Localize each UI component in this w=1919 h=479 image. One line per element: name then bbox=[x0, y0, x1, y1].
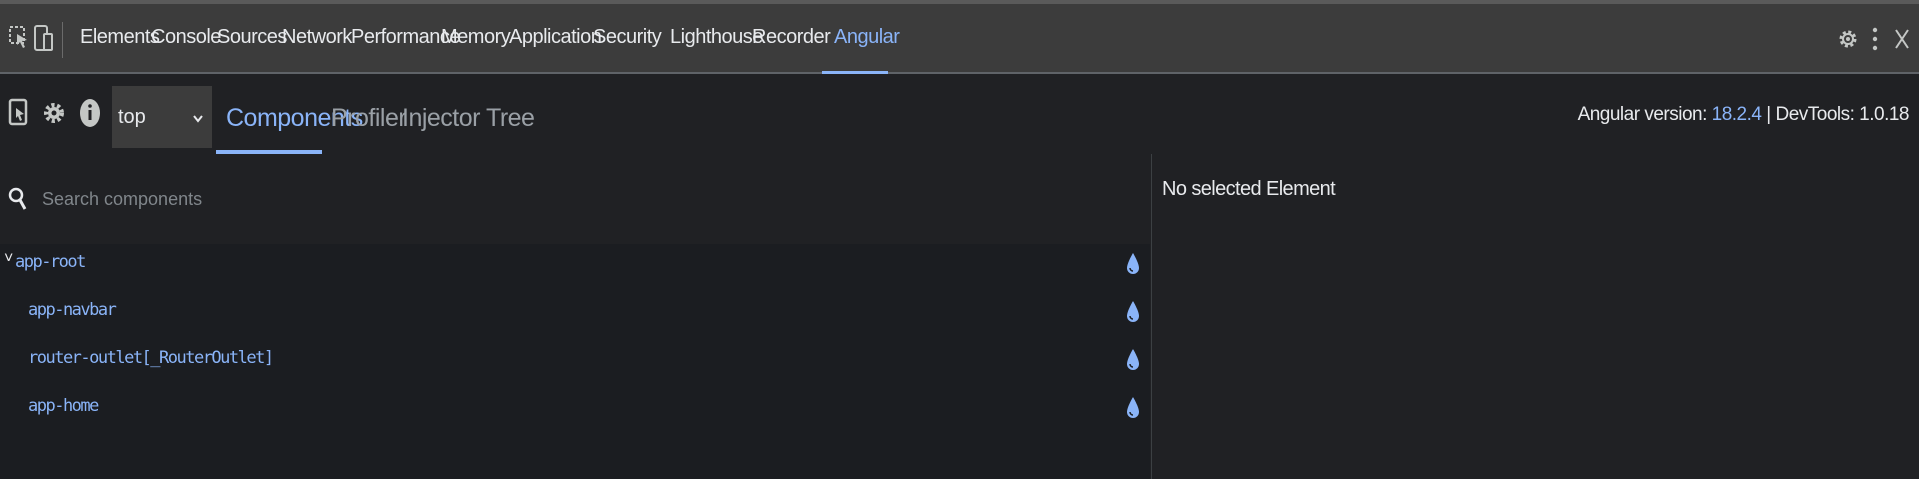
tab-angular[interactable]: Angular bbox=[834, 26, 900, 49]
tree-node-label: app-navbar bbox=[28, 300, 117, 320]
expand-caret-icon[interactable]: ˅ bbox=[4, 250, 13, 268]
tab-network[interactable]: Network bbox=[282, 26, 352, 49]
inspect-component-icon[interactable] bbox=[8, 96, 30, 135]
tab-security[interactable]: Security bbox=[593, 26, 662, 49]
tab-recorder[interactable]: Recorder bbox=[752, 26, 831, 49]
tab-elements[interactable]: Elements bbox=[80, 26, 160, 49]
angular-version-link[interactable]: 18.2.4 bbox=[1712, 104, 1762, 125]
tab-profiler[interactable]: Profiler bbox=[331, 104, 407, 133]
frame-select[interactable]: top bbox=[112, 86, 212, 148]
tree-node-app-home[interactable]: app-home bbox=[0, 388, 1150, 432]
angular-toolbar: top Components Profiler Injector Tree An… bbox=[0, 74, 1919, 154]
tree-node-app-root[interactable]: ˅ app-root bbox=[0, 244, 1150, 288]
dev-mode-drop-icon bbox=[1126, 250, 1140, 283]
tab-console[interactable]: Console bbox=[151, 26, 221, 49]
frame-select-value: top bbox=[118, 106, 146, 128]
tab-lighthouse[interactable]: Lighthouse bbox=[670, 26, 763, 49]
close-icon[interactable] bbox=[1893, 24, 1911, 59]
tab-injector-tree[interactable]: Injector Tree bbox=[402, 104, 535, 133]
tree-node-label: app-root bbox=[15, 252, 86, 272]
tab-application[interactable]: Application bbox=[509, 26, 602, 49]
tree-node-label: app-home bbox=[28, 396, 99, 416]
component-tree-pane: ˅ app-root app-navbar router-outlet[_Rou… bbox=[0, 154, 1150, 479]
settings-gear-icon[interactable] bbox=[42, 96, 66, 135]
device-toolbar-icon[interactable] bbox=[32, 24, 58, 56]
devtools-tab-bar: Elements Console Sources Network Perform… bbox=[0, 0, 1919, 76]
component-tree: ˅ app-root app-navbar router-outlet[_Rou… bbox=[0, 244, 1150, 479]
more-vertical-icon[interactable] bbox=[1870, 24, 1880, 59]
tab-sources[interactable]: Sources bbox=[217, 26, 287, 49]
version-separator: | bbox=[1766, 104, 1771, 125]
empty-selection-text: No selected Element bbox=[1162, 178, 1336, 200]
details-pane: No selected Element bbox=[1152, 154, 1919, 479]
dev-mode-drop-icon bbox=[1126, 346, 1140, 379]
tree-node-label: router-outlet[_RouterOutlet] bbox=[28, 348, 274, 368]
tree-node-router-outlet[interactable]: router-outlet[_RouterOutlet] bbox=[0, 340, 1150, 384]
angular-version-label: Angular version: bbox=[1577, 104, 1708, 125]
dev-mode-drop-icon bbox=[1126, 394, 1140, 427]
search-icon bbox=[8, 184, 28, 219]
tree-node-app-navbar[interactable]: app-navbar bbox=[0, 292, 1150, 336]
chevron-down-icon bbox=[192, 110, 204, 131]
search-input[interactable] bbox=[40, 182, 544, 216]
toolbar-divider bbox=[62, 22, 63, 58]
settings-gear-icon[interactable] bbox=[1836, 24, 1860, 59]
inspect-element-icon[interactable] bbox=[8, 24, 34, 56]
version-info: Angular version: 18.2.4 | DevTools: 1.0.… bbox=[1577, 104, 1910, 126]
tab-memory[interactable]: Memory bbox=[441, 26, 511, 49]
devtools-version: DevTools: 1.0.18 bbox=[1775, 104, 1909, 125]
info-icon[interactable] bbox=[78, 96, 102, 135]
dev-mode-drop-icon bbox=[1126, 298, 1140, 331]
